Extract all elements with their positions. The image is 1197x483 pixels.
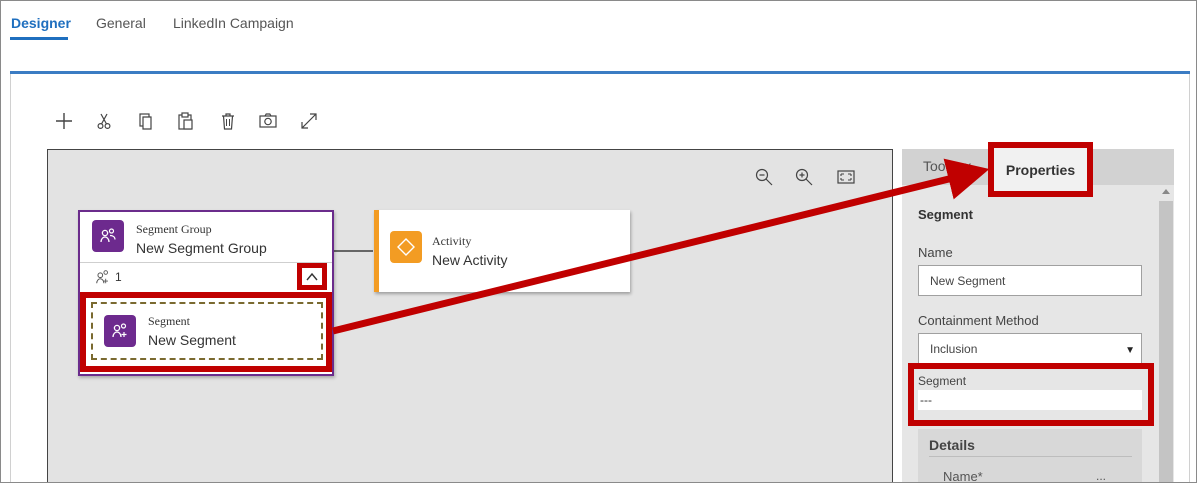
- tab-toolbox[interactable]: Toolbox: [923, 158, 971, 174]
- segment-kind: Segment: [148, 314, 190, 328]
- segment-field-callout-box: Segment ---: [908, 363, 1154, 426]
- chevron-up-icon: [306, 272, 318, 280]
- containment-method-value: Inclusion: [930, 342, 978, 356]
- dropdown-arrow-icon: ▼: [1125, 345, 1135, 356]
- segment-group-title: New Segment Group: [136, 240, 267, 256]
- section-title: Segment: [918, 207, 973, 222]
- details-title: Details: [929, 437, 975, 453]
- tile-divider: [80, 262, 332, 263]
- name-label: Name: [918, 245, 953, 260]
- segment-icon: [104, 315, 136, 347]
- paste-icon[interactable]: [173, 108, 199, 134]
- tab-designer[interactable]: Designer: [11, 15, 71, 31]
- zoom-in-icon[interactable]: [792, 165, 816, 189]
- design-canvas[interactable]: Segment Group New Segment Group 1 Segmen…: [47, 149, 893, 482]
- segment-field-label: Segment: [918, 374, 967, 388]
- active-tab-indicator: [10, 37, 68, 40]
- properties-panel: Toolbox Properties Segment Name New Segm…: [902, 142, 1174, 483]
- activity-title: New Activity: [432, 252, 508, 268]
- tab-properties[interactable]: Properties: [988, 142, 1093, 197]
- scroll-thumb[interactable]: [1159, 201, 1173, 482]
- segment-lookup-field[interactable]: ---: [918, 390, 1142, 410]
- delete-icon[interactable]: [215, 108, 241, 134]
- segment-group-icon: [92, 220, 124, 252]
- details-section: Details Name* ...: [918, 429, 1142, 483]
- scroll-up-icon[interactable]: [1162, 189, 1170, 194]
- panel-scrollbar[interactable]: [1158, 185, 1174, 482]
- camera-icon[interactable]: [255, 108, 281, 134]
- fit-to-screen-icon[interactable]: [834, 165, 858, 189]
- activity-icon: [390, 231, 422, 263]
- segment-group-tile[interactable]: Segment Group New Segment Group 1 Segmen…: [78, 210, 334, 376]
- segment-callout-box: Segment New Segment: [80, 292, 332, 372]
- activity-kind: Activity: [432, 234, 472, 248]
- member-count: 1: [115, 270, 122, 284]
- member-count-row: 1: [94, 268, 122, 286]
- tab-properties-label: Properties: [1005, 161, 1076, 178]
- tab-general[interactable]: General: [96, 15, 146, 31]
- collapse-button[interactable]: [297, 263, 327, 290]
- containment-method-select[interactable]: Inclusion ▼: [918, 333, 1142, 364]
- tab-linkedin-campaign[interactable]: LinkedIn Campaign: [173, 15, 294, 31]
- expand-icon[interactable]: [296, 108, 322, 134]
- zoom-out-icon[interactable]: [752, 165, 776, 189]
- app-window: Designer General LinkedIn Campaign Segme…: [0, 0, 1197, 483]
- activity-tile[interactable]: Activity New Activity: [374, 210, 630, 292]
- top-tab-bar: Designer General LinkedIn Campaign: [1, 1, 1196, 47]
- details-name-value[interactable]: ...: [1096, 469, 1106, 482]
- segment-tile[interactable]: Segment New Segment: [91, 302, 323, 360]
- details-divider: [929, 456, 1132, 457]
- segment-title: New Segment: [148, 332, 236, 348]
- name-field[interactable]: New Segment: [918, 265, 1142, 296]
- containment-method-label: Containment Method: [918, 313, 1039, 328]
- copy-icon[interactable]: [133, 108, 159, 134]
- details-name-label: Name*: [943, 469, 983, 483]
- tile-connector-line: [333, 250, 373, 252]
- cut-icon[interactable]: [91, 108, 117, 134]
- add-icon[interactable]: [51, 108, 77, 134]
- segment-group-kind: Segment Group: [136, 222, 212, 236]
- panel-tab-bar: Toolbox Properties: [902, 142, 1174, 197]
- segment-members-icon: [96, 270, 108, 284]
